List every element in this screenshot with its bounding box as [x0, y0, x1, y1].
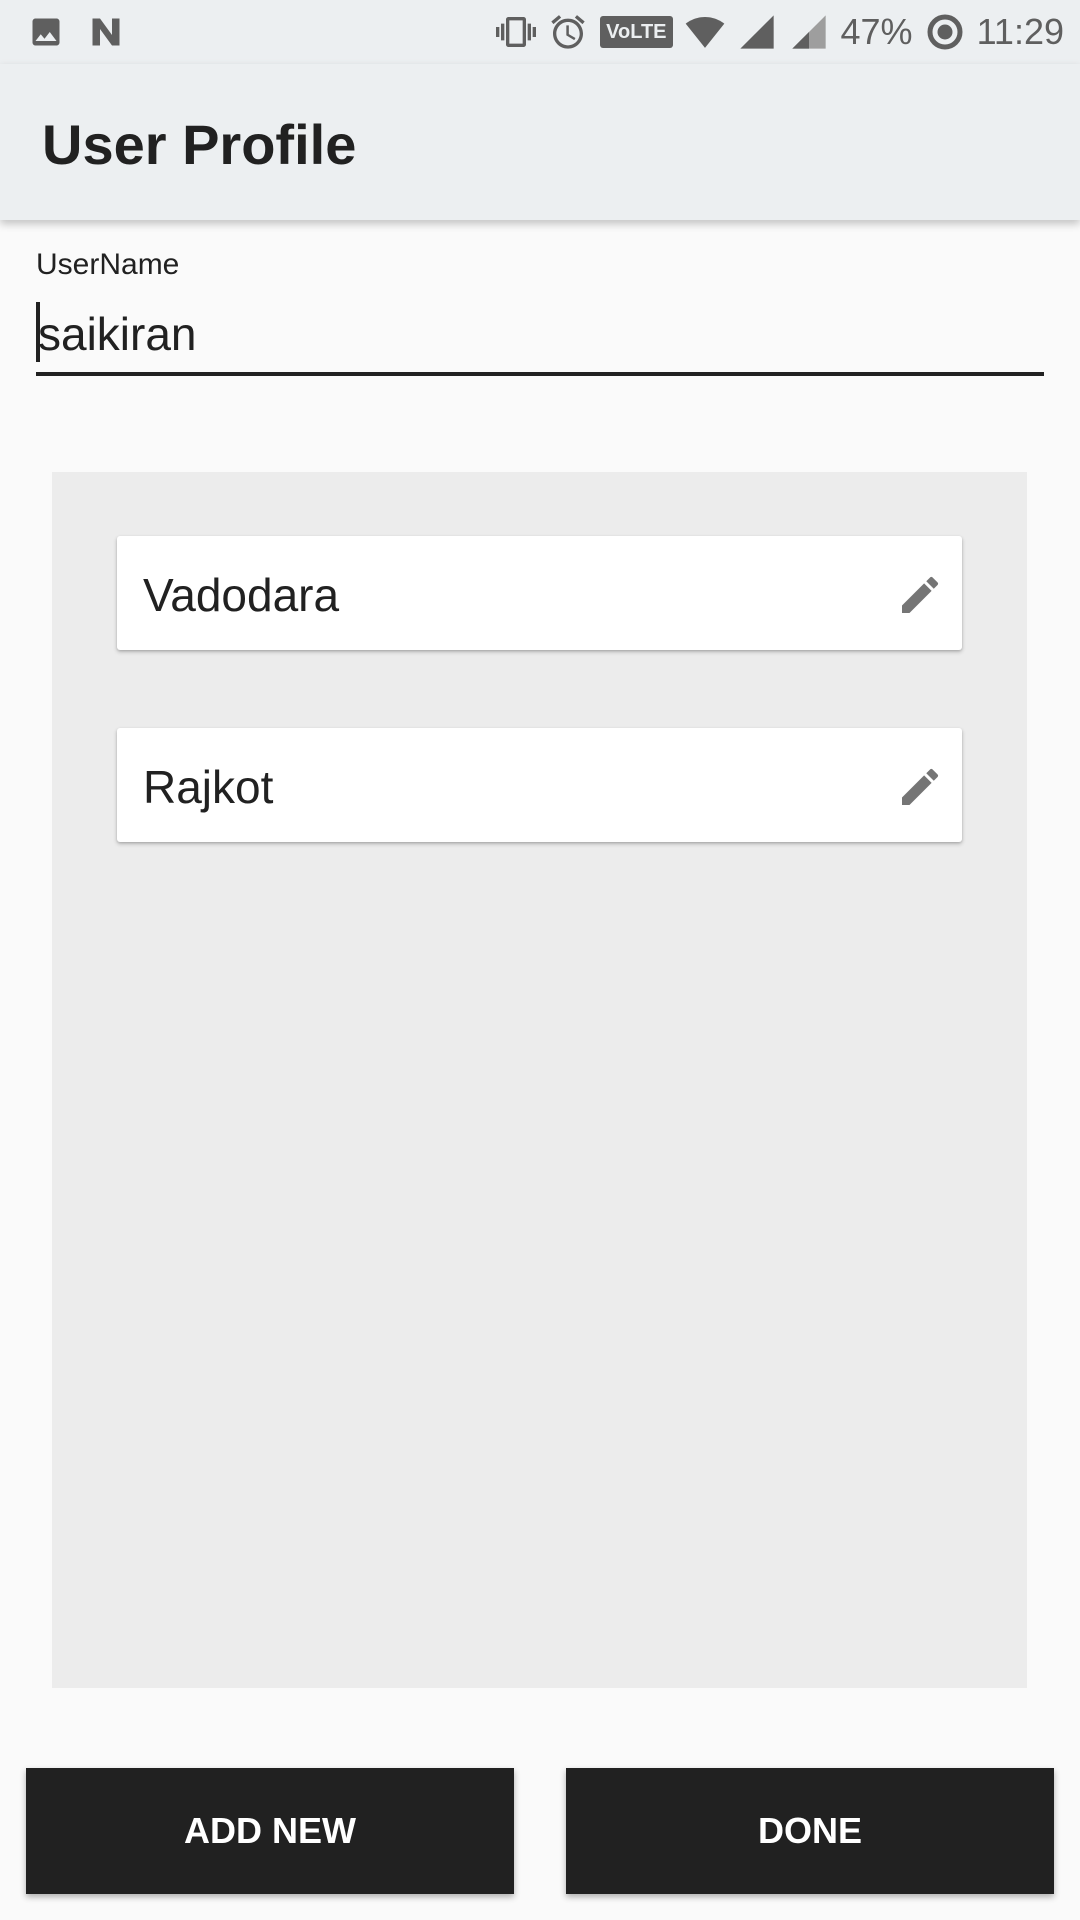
vibrate-icon [496, 17, 537, 47]
city-name: Rajkot [143, 761, 274, 813]
volte-icon: VoLTE [600, 16, 673, 48]
alarm-icon [551, 15, 585, 49]
screen: VoLTE 47% 11:29 User Profile UserName sa… [0, 0, 1080, 1920]
n-icon [92, 18, 120, 46]
wifi-icon [685, 17, 724, 48]
done-button[interactable]: DONE [566, 1768, 1054, 1894]
list-item[interactable]: Vadodara [117, 536, 962, 650]
battery-percentage: 47% [840, 11, 913, 52]
username-field-container [36, 296, 1046, 376]
signal-icon [739, 15, 774, 49]
text-cursor [36, 302, 40, 362]
city-name: Vadodara [143, 569, 340, 621]
add-new-button[interactable]: ADD NEW [26, 1768, 514, 1894]
status-icons: VoLTE 47% 11:29 [496, 8, 1064, 56]
pencil-icon[interactable] [896, 571, 944, 619]
city-list: Vadodara Rajkot [52, 472, 1027, 1688]
list-item[interactable]: Rajkot [117, 728, 962, 842]
signal-weak-icon [791, 15, 826, 49]
image-icon [32, 18, 60, 46]
app-bar: User Profile [0, 64, 1080, 220]
status-bar: VoLTE 47% 11:29 [0, 0, 1080, 64]
battery-saver-icon [927, 14, 963, 50]
pencil-icon[interactable] [896, 763, 944, 811]
page-title: User Profile [42, 113, 357, 176]
username-label: UserName [36, 248, 180, 281]
username-input[interactable] [36, 296, 1046, 372]
clock: 11:29 [976, 11, 1064, 52]
